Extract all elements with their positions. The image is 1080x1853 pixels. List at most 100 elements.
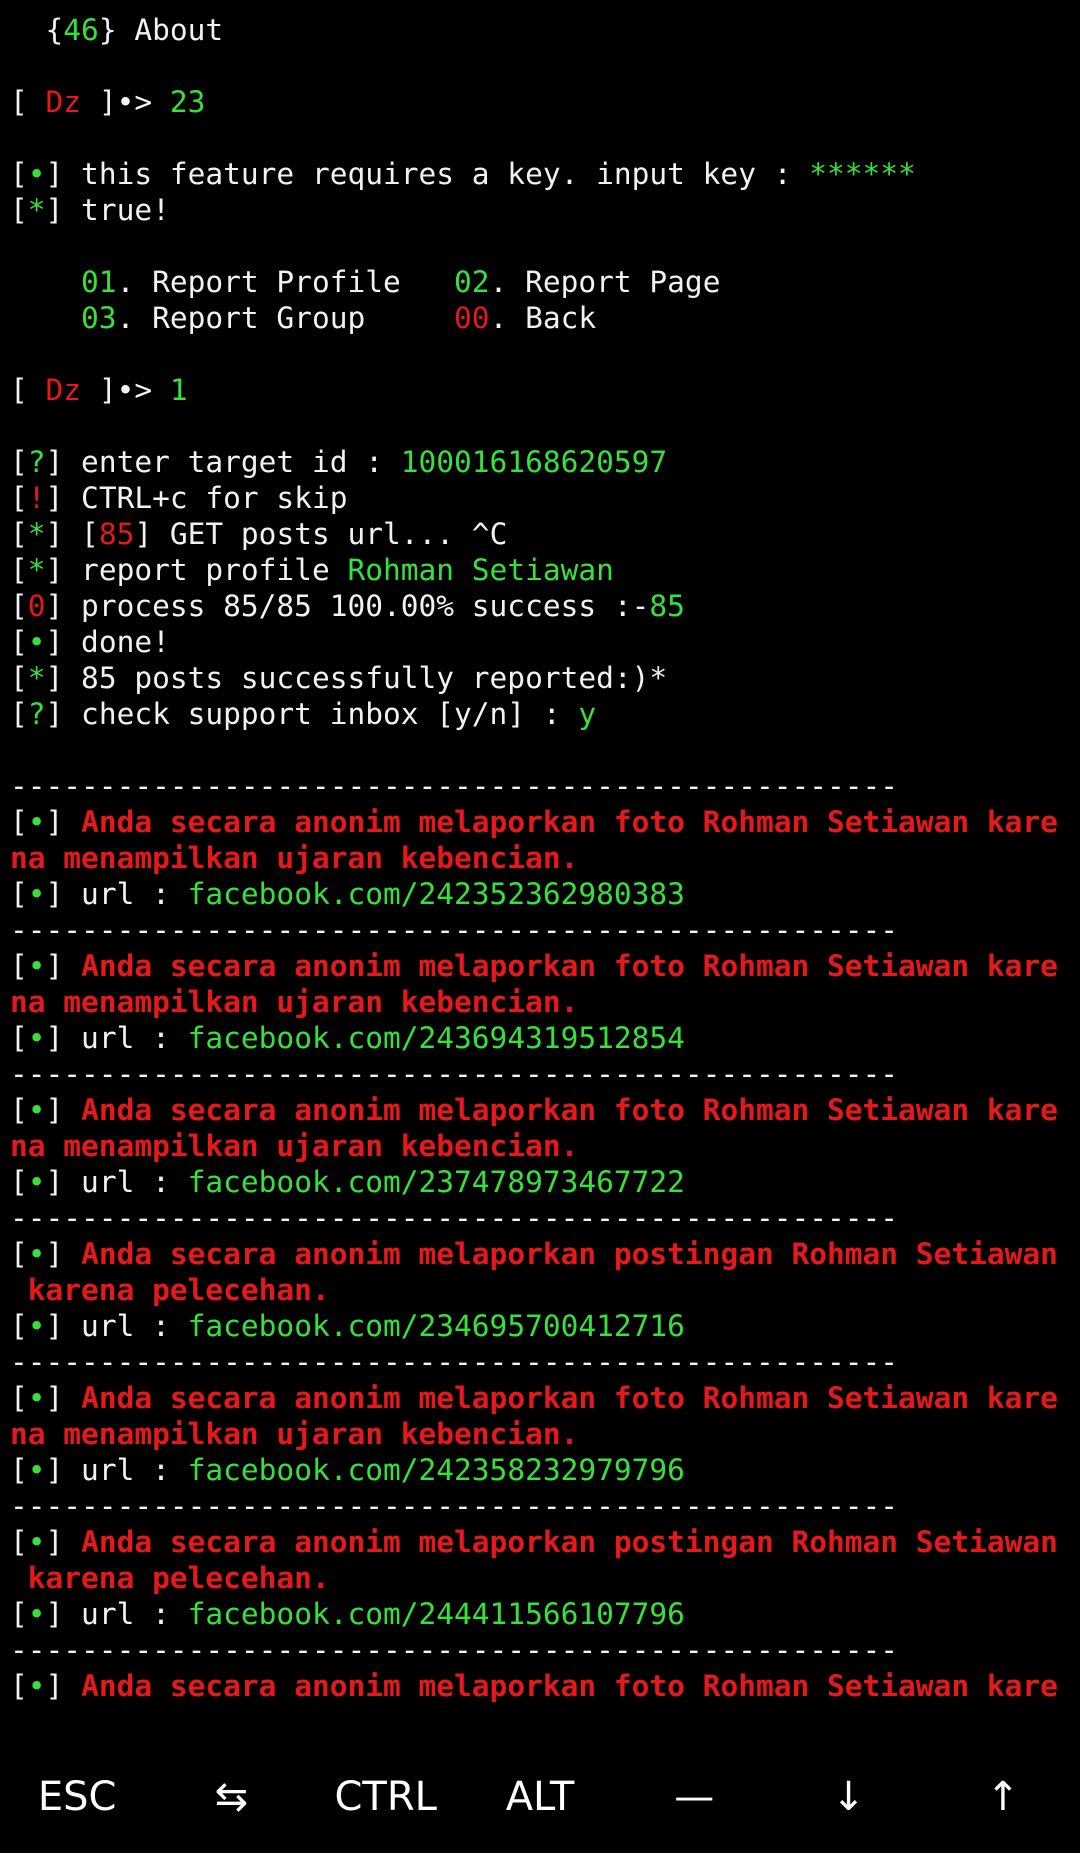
terminal-text: [ [10, 1525, 28, 1559]
terminal-text: . Back [489, 301, 597, 335]
tab-key[interactable]: ⇆ [156, 1774, 306, 1820]
terminal-line: ----------------------------------------… [10, 1488, 1074, 1524]
terminal-line: ----------------------------------------… [10, 912, 1074, 948]
terminal-text: • [27, 805, 46, 839]
terminal-line: karena pelecehan. [10, 1560, 1074, 1596]
terminal-text: Anda secara anonim melaporkan foto Rohma… [81, 1381, 1058, 1415]
terminal-text: • [27, 1453, 46, 1487]
terminal-text: y [578, 697, 597, 731]
terminal-text: • [27, 1093, 46, 1127]
terminal-line: na menampilkan ujaran kebencian. [10, 984, 1074, 1020]
terminal-text: facebook.com/234695700412716 [187, 1309, 685, 1343]
terminal-text: ]•> [81, 373, 170, 407]
terminal-text: Dz [45, 373, 82, 407]
terminal-text: ] report profile [45, 553, 348, 587]
terminal-line: [•] url : facebook.com/242358232979796 [10, 1452, 1074, 1488]
terminal-text: 85 [98, 517, 135, 551]
terminal-text: [ [10, 805, 28, 839]
terminal-text: [ [10, 589, 28, 623]
terminal-text: ----------------------------------------… [10, 769, 899, 803]
terminal-line: [•] Anda secara anonim melaporkan foto R… [10, 1668, 1074, 1704]
esc-key[interactable]: ESC [2, 1774, 152, 1820]
terminal-text: [ [10, 445, 28, 479]
dash-key[interactable]: — [619, 1774, 769, 1820]
extra-keys-bar: ESC ⇆ CTRL ALT — ↓ ↑ [0, 1740, 1080, 1853]
terminal-text: * [27, 661, 46, 695]
terminal-line: na menampilkan ujaran kebencian. [10, 1416, 1074, 1452]
terminal-text: [ [10, 877, 28, 911]
terminal-text: [ [10, 1309, 28, 1343]
terminal-text: [ [10, 517, 28, 551]
terminal-text: * [27, 193, 46, 227]
terminal-text: 85 [649, 589, 685, 623]
terminal-text: [ [10, 553, 28, 587]
terminal-text: [ [10, 697, 28, 731]
terminal-line: [0] process 85/85 100.00% success :-85 [10, 588, 1074, 624]
terminal-text: 00 [454, 301, 490, 335]
terminal-text: facebook.com/242358232979796 [187, 1453, 685, 1487]
terminal-text: • [27, 1165, 46, 1199]
terminal-text: } About [98, 13, 224, 47]
terminal-text: ? [27, 445, 46, 479]
arrow-down-key[interactable]: ↓ [774, 1774, 924, 1820]
terminal-text: Anda secara anonim melaporkan foto Rohma… [81, 1093, 1058, 1127]
terminal-text: 03 [81, 301, 117, 335]
terminal-text: ! [27, 481, 46, 515]
terminal-line: [•] Anda secara anonim melaporkan postin… [10, 1524, 1074, 1560]
terminal-text: [ [10, 1597, 28, 1631]
terminal-text: • [27, 1237, 46, 1271]
terminal-text: . Report Page [489, 265, 721, 299]
terminal-text: [ [10, 1453, 28, 1487]
terminal-text: ] [45, 805, 82, 839]
terminal-text: Anda secara anonim melaporkan postingan … [81, 1525, 1058, 1559]
alt-key[interactable]: ALT [465, 1774, 615, 1820]
terminal-text: facebook.com/237478973467722 [187, 1165, 685, 1199]
terminal-text: ] [ [45, 517, 99, 551]
terminal-text: ] enter target id : [45, 445, 401, 479]
terminal-text: na menampilkan ujaran kebencian. [10, 985, 579, 1019]
terminal-text: * [27, 553, 46, 587]
terminal-line: ----------------------------------------… [10, 1200, 1074, 1236]
terminal-line: [•] url : facebook.com/244411566107796 [10, 1596, 1074, 1632]
terminal-line: na menampilkan ujaran kebencian. [10, 840, 1074, 876]
terminal-text: 46 [63, 13, 99, 47]
terminal-text: [ [10, 949, 28, 983]
terminal-text: ] [45, 949, 82, 983]
terminal-text: ] GET posts url... ^C [134, 517, 508, 551]
terminal-text: Anda secara anonim melaporkan foto Rohma… [81, 949, 1058, 983]
terminal-text: ] CTRL+c for skip [45, 481, 348, 515]
terminal-text: [ [10, 1381, 28, 1415]
terminal-line: [•] url : facebook.com/242352362980383 [10, 876, 1074, 912]
terminal-output[interactable]: {46} About [ Dz ]•> 23 [•] this feature … [10, 12, 1074, 1704]
terminal-text: ] [45, 1237, 82, 1271]
ctrl-key[interactable]: CTRL [311, 1774, 461, 1820]
terminal-line: [•] Anda secara anonim melaporkan foto R… [10, 948, 1074, 984]
terminal-line: ----------------------------------------… [10, 768, 1074, 804]
terminal-text: [ [10, 1165, 28, 1199]
terminal-text: ] 85 posts successfully reported:)* [45, 661, 668, 695]
terminal-text: ----------------------------------------… [10, 1489, 899, 1523]
arrow-up-key[interactable]: ↑ [928, 1774, 1078, 1820]
terminal-line: 03. Report Group 00. Back [10, 300, 1074, 336]
terminal-text: facebook.com/244411566107796 [187, 1597, 685, 1631]
terminal-line: [•] Anda secara anonim melaporkan foto R… [10, 1380, 1074, 1416]
terminal-line: [*] [85] GET posts url... ^C [10, 516, 1074, 552]
terminal-text: * [27, 517, 46, 551]
terminal-text: ] url : [45, 1597, 188, 1631]
terminal-line: [•] Anda secara anonim melaporkan postin… [10, 1236, 1074, 1272]
terminal-text: • [27, 157, 46, 191]
terminal-text: facebook.com/242352362980383 [187, 877, 685, 911]
terminal-text: [ [10, 157, 28, 191]
terminal-text: 100016168620597 [400, 445, 668, 479]
terminal-text: [ [10, 193, 28, 227]
terminal-text: na menampilkan ujaran kebencian. [10, 1129, 579, 1163]
terminal-text: ] [45, 1093, 82, 1127]
terminal-text: [ [10, 661, 28, 695]
terminal-text: • [27, 1021, 46, 1055]
terminal-text: • [27, 1309, 46, 1343]
